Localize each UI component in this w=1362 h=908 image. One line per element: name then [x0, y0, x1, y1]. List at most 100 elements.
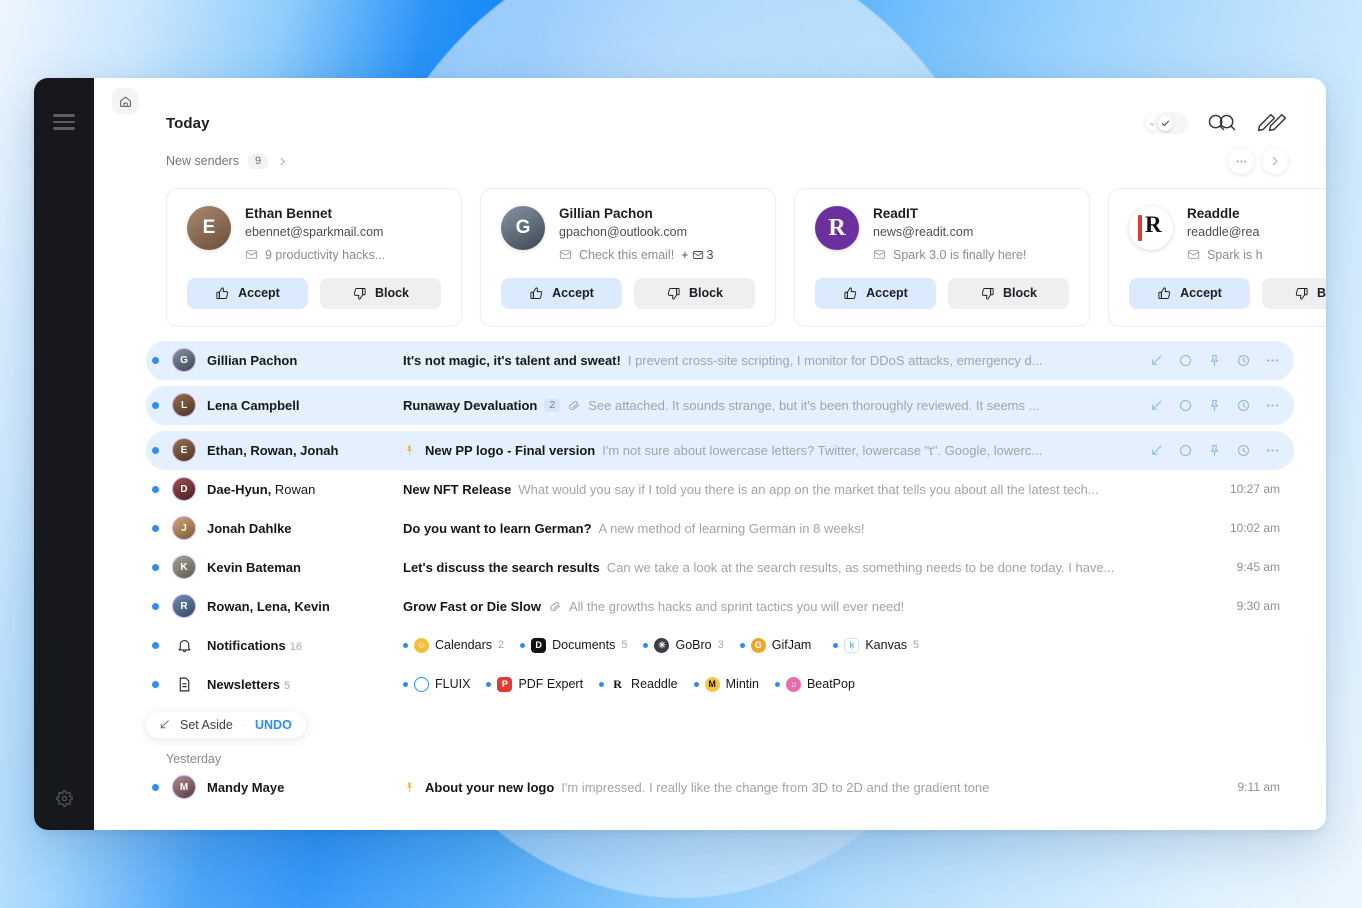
table-row[interactable]: J Jonah Dahlke Do you want to learn Germ…: [146, 509, 1294, 548]
group-title: Newsletters 5: [207, 677, 403, 692]
block-button[interactable]: Block: [320, 277, 441, 309]
app-icon: ✳: [654, 637, 670, 653]
list-item[interactable]: ķ Kanvas 5: [833, 637, 919, 653]
app-count: 2: [497, 639, 505, 652]
accept-label: Accept: [238, 286, 280, 301]
list-item[interactable]: Notifications 16 ☺ Calendars 2 D Documents 5 …: [146, 626, 1294, 665]
table-row[interactable]: R Rowan, Lena, Kevin Grow Fast or Die Sl…: [146, 587, 1294, 626]
envelope-icon: [873, 250, 886, 260]
avatar: D: [172, 477, 196, 502]
avatar-initial: E: [180, 444, 188, 456]
app-icon: ☺: [414, 637, 429, 653]
select-mode-toggle[interactable]: [1142, 112, 1188, 134]
table-row[interactable]: M Mandy Maye About your new logo I'm imp…: [146, 768, 1294, 807]
message-subject: It's not magic, it's talent and sweat!: [403, 352, 621, 368]
block-button[interactable]: Block: [634, 277, 755, 309]
pin-icon[interactable]: [1207, 353, 1222, 368]
pin-icon[interactable]: [1207, 398, 1222, 413]
more-ellipsis-icon[interactable]: [1265, 398, 1280, 413]
envelope-icon: [1187, 250, 1200, 260]
pin-icon[interactable]: [1207, 443, 1222, 458]
carousel-next-icon[interactable]: [1262, 148, 1288, 174]
list-item[interactable]: G GifJam: [739, 637, 818, 653]
app-name: Readdle: [631, 677, 678, 692]
sender-card[interactable]: E Ethan Bennet ebennet@sparkmail.com 9 p…: [166, 188, 462, 327]
ellipsis-icon[interactable]: [1228, 148, 1254, 174]
set-aside-icon[interactable]: [1149, 353, 1164, 368]
list-item[interactable]: R Readdle: [599, 676, 678, 692]
table-row[interactable]: L Lena Campbell Runaway Devaluation 2 Se…: [146, 385, 1294, 425]
message-time: 10:02 am: [1229, 521, 1280, 536]
chevron-right-icon[interactable]: [277, 156, 288, 167]
newsletter-icon: [172, 672, 196, 696]
message-content: About your new logo I'm impressed. I rea…: [403, 780, 1224, 795]
table-row[interactable]: D Dae-Hyun, Rowan New NFT Release What w…: [146, 470, 1294, 509]
list-item[interactable]: FLUIX: [403, 676, 470, 692]
table-row[interactable]: G Gillian Pachon It's not magic, it's ta…: [146, 340, 1294, 380]
snooze-clock-icon[interactable]: [1236, 398, 1251, 413]
message-preview: A new method of learning German in 8 wee…: [598, 520, 865, 536]
sender-card[interactable]: R ReadIT news@readit.com Spark 3.0 is fi…: [794, 188, 1090, 327]
undo-button[interactable]: UNDO: [255, 718, 292, 732]
thumbs-up-icon: [1158, 287, 1171, 299]
list-item[interactable]: Newsletters 5 FLUIX P PDF Expert R Readdle …: [146, 665, 1294, 704]
unread-dot: [152, 680, 159, 688]
avatar-initial: E: [202, 217, 216, 238]
search-button[interactable]: [1206, 112, 1238, 134]
app-name: BeatPop: [806, 677, 855, 692]
app-count: 5: [621, 639, 628, 652]
accept-button[interactable]: Accept: [187, 277, 308, 309]
list-item[interactable]: ✳ GoBro 3: [643, 637, 724, 653]
block-button[interactable]: Block: [948, 277, 1069, 309]
accept-button[interactable]: Accept: [501, 277, 622, 309]
sender-card-buttons: Accept Block: [187, 277, 441, 309]
sender-card-top: E Ethan Bennet ebennet@sparkmail.com 9 p…: [187, 206, 441, 262]
unread-dot: [152, 356, 159, 364]
mark-read-circle-icon[interactable]: [1178, 353, 1193, 368]
hamburger-icon[interactable]: [53, 114, 75, 130]
mark-read-circle-icon[interactable]: [1178, 443, 1193, 458]
message-preview: Can we take a look at the search results…: [606, 559, 1115, 575]
list-item[interactable]: P PDF Expert: [486, 676, 583, 692]
toggle-front[interactable]: [1154, 112, 1188, 134]
thumbs-down-icon: [667, 287, 680, 300]
app-window: Today New senders 9 E Ethan Bennet ebenn…: [34, 78, 1326, 830]
sender-card[interactable]: G Gillian Pachon gpachon@outlook.com Che…: [480, 188, 776, 327]
undo-toast[interactable]: Set Aside · UNDO: [146, 711, 306, 738]
gear-icon[interactable]: [55, 790, 73, 812]
avatar-initial: L: [180, 399, 188, 411]
more-ellipsis-icon[interactable]: [1265, 353, 1280, 368]
avatar-initial: R: [1145, 212, 1162, 237]
list-item[interactable]: ☺ Calendars 2: [403, 637, 505, 653]
message-subject: Runaway Devaluation: [403, 397, 538, 413]
sender-name: Gillian Pachon: [207, 352, 298, 368]
snooze-clock-icon[interactable]: [1236, 443, 1251, 458]
table-row[interactable]: K Kevin Bateman Let's discuss the search…: [146, 548, 1294, 587]
table-row[interactable]: E Ethan, Rowan, Jonah New PP logo - Fina…: [146, 430, 1294, 470]
sender-subject-line: Spark is h: [1187, 248, 1263, 262]
list-item[interactable]: M Mintin: [693, 676, 759, 692]
accept-button[interactable]: Accept: [1129, 277, 1250, 309]
avatar-initial: D: [180, 483, 188, 495]
attachment-icon: [548, 599, 562, 613]
accept-button[interactable]: Accept: [815, 277, 936, 309]
sender-card-list: E Ethan Bennet ebennet@sparkmail.com 9 p…: [166, 188, 1326, 327]
list-item[interactable]: ♫ BeatPop: [774, 676, 855, 692]
set-aside-icon[interactable]: [1149, 443, 1164, 458]
message-content: Grow Fast or Die Slow All the growths ha…: [403, 599, 1223, 614]
avatar-initial: R: [828, 214, 846, 241]
app-icon: P: [497, 676, 513, 692]
more-ellipsis-icon[interactable]: [1265, 443, 1280, 458]
snooze-clock-icon[interactable]: [1236, 353, 1251, 368]
sender-card-buttons: Accept Block: [1129, 277, 1326, 309]
app-icon: ♫: [785, 676, 801, 692]
unread-dot: [486, 681, 492, 687]
compose-button[interactable]: [1256, 112, 1288, 134]
block-button[interactable]: Block: [1262, 277, 1326, 309]
sender-card[interactable]: R Readdle readdle@rea Spark is h Accept …: [1108, 188, 1326, 327]
mark-read-circle-icon[interactable]: [1178, 398, 1193, 413]
set-aside-icon[interactable]: [1149, 398, 1164, 413]
message-subject: Grow Fast or Die Slow: [403, 598, 541, 614]
list-item[interactable]: D Documents 5: [520, 637, 628, 653]
sender-name: Gillian Pachon: [559, 206, 653, 221]
